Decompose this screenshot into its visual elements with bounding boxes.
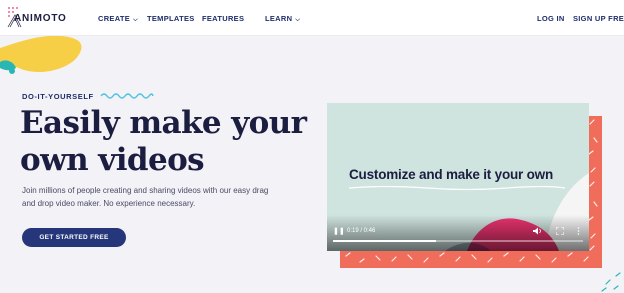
video-player[interactable]: Customize and make it your own ❚❚ 0:19 /… xyxy=(327,103,589,251)
chevron-down-icon: ⌵ xyxy=(133,17,138,23)
caption-underline-wave xyxy=(348,185,566,191)
signup-link[interactable]: SIGN UP FREE xyxy=(573,14,624,23)
hero-headline-line-1: Easily make your xyxy=(20,105,307,141)
play-pause-icon[interactable]: ❚❚ xyxy=(333,227,345,235)
hero-subcopy: Join millions of people creating and sha… xyxy=(22,184,322,210)
video-progress-fill xyxy=(333,240,436,242)
volume-icon[interactable] xyxy=(533,227,542,235)
more-options-icon[interactable] xyxy=(577,227,580,235)
nav-templates[interactable]: TEMPLATES xyxy=(147,14,195,23)
top-navigation: ANIMOTO CREATE ⌵ TEMPLATES FEATURES LEARN… xyxy=(0,0,624,36)
login-link[interactable]: LOG IN xyxy=(537,14,565,23)
fullscreen-icon[interactable] xyxy=(556,227,564,235)
nav-learn-label: LEARN xyxy=(265,14,293,23)
hero-subcopy-line-2: and drop video maker. No experience nece… xyxy=(22,199,196,208)
video-caption: Customize and make it your own xyxy=(349,167,554,182)
nav-learn[interactable]: LEARN ⌵ xyxy=(265,14,300,24)
decorative-sprinkles xyxy=(601,272,621,292)
video-time: 0:19 / 0:46 xyxy=(347,228,376,234)
hero-eyebrow: DO-IT-YOURSELF xyxy=(22,92,94,101)
hero-subcopy-line-1: Join millions of people creating and sha… xyxy=(22,186,269,195)
nav-features[interactable]: FEATURES xyxy=(202,14,244,23)
squiggle-wave-icon xyxy=(100,93,154,99)
brand-wordmark[interactable]: ANIMOTO xyxy=(14,13,67,24)
hero-headline-line-2: own videos xyxy=(20,142,205,178)
nav-templates-label: TEMPLATES xyxy=(147,14,195,23)
chevron-down-icon: ⌵ xyxy=(295,17,301,23)
nav-create-label: CREATE xyxy=(98,14,131,23)
nav-create[interactable]: CREATE ⌵ xyxy=(98,14,138,24)
hero-headline: Easily make your own videos xyxy=(20,105,320,179)
nav-features-label: FEATURES xyxy=(202,14,245,23)
video-progress-bar[interactable] xyxy=(333,240,583,242)
decorative-blobs xyxy=(0,36,82,74)
get-started-button[interactable]: GET STARTED FREE xyxy=(22,228,126,247)
